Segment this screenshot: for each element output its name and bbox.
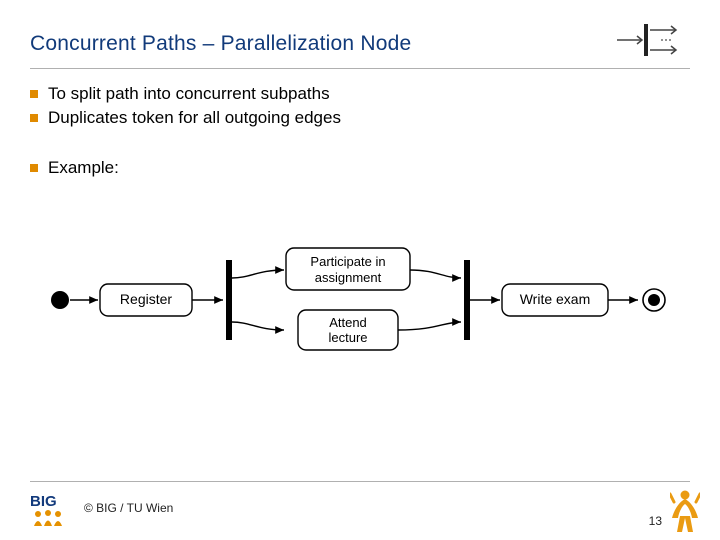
action-attend-label-1: Attend xyxy=(329,315,367,330)
big-logo-icon: BIG xyxy=(30,490,74,526)
fork-bar-icon xyxy=(226,260,232,340)
action-participate-label-2: assignment xyxy=(315,270,382,285)
slide-title: Concurrent Paths – Parallelization Node xyxy=(30,32,690,56)
list-item: Example: xyxy=(30,158,119,178)
title-underline xyxy=(30,68,690,69)
action-participate-label-1: Participate in xyxy=(310,254,385,269)
initial-node-icon xyxy=(51,291,69,309)
join-bar-icon xyxy=(464,260,470,340)
parallelization-node-icon xyxy=(614,20,684,60)
bullet-list-example: Example: xyxy=(30,158,119,182)
bullet-icon xyxy=(30,90,38,98)
action-register-label: Register xyxy=(120,291,172,307)
bullet-text: Example: xyxy=(48,158,119,178)
slide: Concurrent Paths – Parallelization Node … xyxy=(0,0,720,540)
svg-text:BIG: BIG xyxy=(30,493,57,510)
title-area: Concurrent Paths – Parallelization Node xyxy=(30,32,690,56)
bullet-icon xyxy=(30,114,38,122)
list-item: Duplicates token for all outgoing edges xyxy=(30,108,680,128)
page-number: 13 xyxy=(649,514,662,528)
footer-rule xyxy=(30,481,690,482)
list-item: To split path into concurrent subpaths xyxy=(30,84,680,104)
action-attend-label-2: lecture xyxy=(328,330,367,345)
activity-diagram: Register Participate in assignment Atten… xyxy=(40,230,680,370)
bullet-text: To split path into concurrent subpaths xyxy=(48,84,330,104)
bullet-icon xyxy=(30,164,38,172)
bullet-list-main: To split path into concurrent subpaths D… xyxy=(30,84,680,132)
footer-copyright: © BIG / TU Wien xyxy=(84,501,173,515)
person-logo-icon xyxy=(670,488,700,532)
action-write-exam-label: Write exam xyxy=(520,291,591,307)
footer: BIG © BIG / TU Wien 13 xyxy=(30,488,700,528)
bullet-text: Duplicates token for all outgoing edges xyxy=(48,108,341,128)
